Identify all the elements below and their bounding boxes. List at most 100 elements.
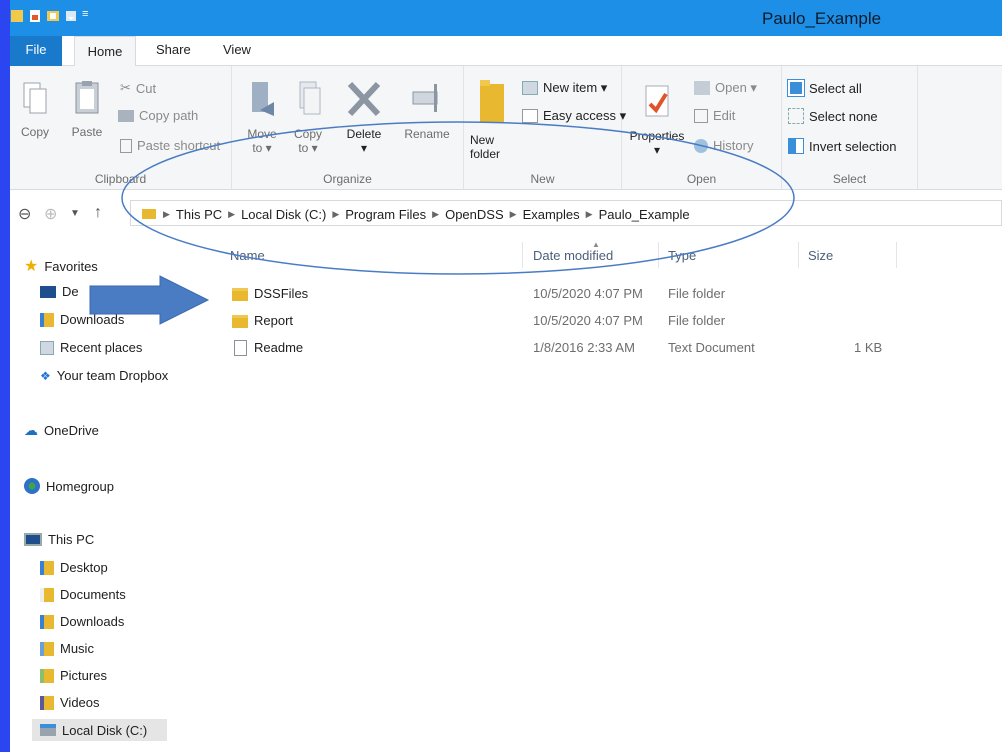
move-to-button[interactable]: Move to ▾ (244, 80, 280, 155)
table-row[interactable]: Report 10/5/2020 4:07 PM File folder (222, 309, 922, 333)
cut-button[interactable]: ✂ Cut (120, 80, 156, 96)
chevron-right-icon[interactable]: ▶ (432, 209, 439, 220)
copy-to-button[interactable]: Copy to ▾ (290, 80, 326, 155)
invert-selection-button[interactable]: Invert selection (788, 138, 896, 154)
nav-local-disk[interactable]: Local Disk (C:) (32, 719, 168, 741)
new-item-label: New item ▾ (543, 80, 608, 95)
nav-pictures[interactable]: Pictures (40, 668, 107, 683)
customize-toolbar-icon[interactable]: ≡ (82, 8, 96, 24)
nav-videos[interactable]: Videos (40, 695, 100, 710)
column-divider[interactable] (896, 242, 897, 268)
new-folder-icon[interactable] (46, 8, 60, 24)
properties-caret: ▾ (653, 143, 661, 157)
new-item-button[interactable]: New item ▾ (522, 80, 607, 96)
file-date: 1/8/2016 2:33 AM (533, 340, 635, 355)
downloads-folder-icon (40, 312, 54, 327)
tab-file[interactable]: File (10, 36, 62, 66)
pictures-folder-icon (40, 668, 54, 683)
edit-button[interactable]: Edit (694, 108, 735, 123)
history-button[interactable]: History (694, 138, 753, 153)
nav-this-pc[interactable]: This PC (24, 532, 94, 547)
new-folder-label: New (470, 133, 495, 147)
organize-group: Move to ▾ Copy to ▾ Delete ▾ Rename Organiz… (232, 66, 464, 190)
breadcrumb-local-disk[interactable]: Local Disk (C:) (241, 207, 326, 222)
column-divider[interactable] (522, 242, 523, 268)
nav-desktop-favorite[interactable]: De (40, 284, 79, 299)
nav-homegroup[interactable]: Homegroup (24, 478, 114, 494)
breadcrumb-paulo-example[interactable]: Paulo_Example (599, 207, 690, 222)
column-name[interactable]: Name (230, 248, 265, 263)
nav-onedrive[interactable]: ☁ OneDrive (24, 422, 99, 439)
nav-downloads[interactable]: Downloads (40, 614, 124, 629)
table-row[interactable]: DSSFiles 10/5/2020 4:07 PM File folder (222, 282, 922, 306)
chevron-right-icon[interactable]: ▶ (332, 209, 339, 220)
tab-share[interactable]: Share (156, 42, 191, 57)
chevron-right-icon[interactable]: ▶ (163, 209, 170, 220)
tab-view[interactable]: View (223, 42, 251, 57)
nav-recent-places[interactable]: Recent places (40, 340, 142, 355)
address-path-box[interactable]: ▶ This PC ▶ Local Disk (C:) ▶ Program Fi… (130, 200, 1002, 226)
breadcrumb-this-pc[interactable]: This PC (176, 207, 222, 222)
delete-button[interactable]: Delete ▾ (334, 80, 394, 155)
breadcrumb-program-files[interactable]: Program Files (345, 207, 426, 222)
nav-dropbox[interactable]: ❖ Your team Dropbox (40, 368, 168, 383)
open-button[interactable]: Open ▾ (694, 80, 757, 96)
desktop-folder-icon (40, 560, 54, 575)
column-type[interactable]: Type (668, 248, 696, 263)
breadcrumb-examples[interactable]: Examples (523, 207, 580, 222)
column-divider[interactable] (798, 242, 799, 268)
nav-downloads-label: Downloads (60, 614, 125, 629)
file-date: 10/5/2020 4:07 PM (533, 286, 643, 301)
select-none-button[interactable]: Select none (788, 108, 878, 124)
copy-button[interactable]: Copy (18, 80, 52, 139)
forward-icon[interactable]: ⊕ (44, 204, 57, 224)
copy-to-label: Copy (293, 127, 322, 141)
copy-path-label: Copy path (139, 108, 199, 123)
chevron-right-icon[interactable]: ▶ (228, 209, 235, 220)
file-name: DSSFiles (254, 286, 309, 301)
chevron-right-icon[interactable]: ▶ (510, 209, 517, 220)
window-title: Paulo_Example (762, 9, 882, 28)
nav-favorites[interactable]: ★ Favorites (24, 256, 98, 276)
back-icon[interactable]: ⊖ (18, 204, 31, 224)
nav-onedrive-label: OneDrive (44, 423, 99, 438)
nav-downloads-favorite[interactable]: Downloads (40, 312, 124, 327)
properties-icon (626, 80, 688, 123)
recent-locations-chevron-icon[interactable]: ▼ (70, 208, 80, 219)
paste-button[interactable]: Paste (68, 80, 106, 139)
breadcrumb-opendss[interactable]: OpenDSS (445, 207, 504, 222)
nav-documents[interactable]: Documents (40, 587, 126, 602)
properties-icon[interactable] (28, 8, 42, 24)
tab-home[interactable]: Home (74, 36, 136, 67)
table-row[interactable]: Readme 1/8/2016 2:33 AM Text Document 1 … (222, 336, 922, 360)
select-all-button[interactable]: Select all (787, 79, 862, 97)
nav-music[interactable]: Music (40, 641, 94, 656)
cloud-icon: ☁ (24, 422, 38, 438)
column-size[interactable]: Size (808, 248, 833, 263)
move-to-icon (244, 80, 280, 121)
new-folder-button[interactable]: New folder (470, 76, 512, 161)
new-folder-icon (478, 76, 512, 127)
chevron-down-icon[interactable] (64, 8, 78, 24)
paste-shortcut-button[interactable]: Paste shortcut (120, 138, 220, 153)
column-divider[interactable] (658, 242, 659, 268)
history-icon (694, 138, 708, 153)
rename-button[interactable]: Rename (402, 80, 452, 141)
file-size: 1 KB (854, 340, 883, 355)
nav-favorites-label: Favorites (44, 258, 98, 274)
column-date-modified[interactable]: Date modified (533, 248, 613, 263)
open-group-label: Open (686, 172, 717, 186)
up-arrow-icon[interactable]: ↑ (94, 204, 102, 222)
select-all-label: Select all (809, 80, 862, 96)
easy-access-button[interactable]: Easy access ▾ (522, 108, 626, 124)
chevron-right-icon[interactable]: ▶ (586, 209, 593, 220)
copy-to-icon (290, 80, 326, 121)
copy-path-button[interactable]: Copy path (118, 108, 198, 123)
properties-label: Properties (629, 129, 685, 143)
nav-desktop[interactable]: Desktop (40, 560, 108, 575)
breadcrumb: ▶ This PC ▶ Local Disk (C:) ▶ Program Fi… (141, 206, 690, 223)
navigation-pane: ★ Favorites De Downloads Recent places ❖ Y… (10, 236, 215, 752)
explorer-window: ≡ Paulo_Example File Home Share View Cop… (10, 0, 1002, 752)
nav-local-disk-label: Local Disk (C:) (62, 722, 148, 738)
properties-button[interactable]: Properties ▾ (626, 80, 688, 157)
